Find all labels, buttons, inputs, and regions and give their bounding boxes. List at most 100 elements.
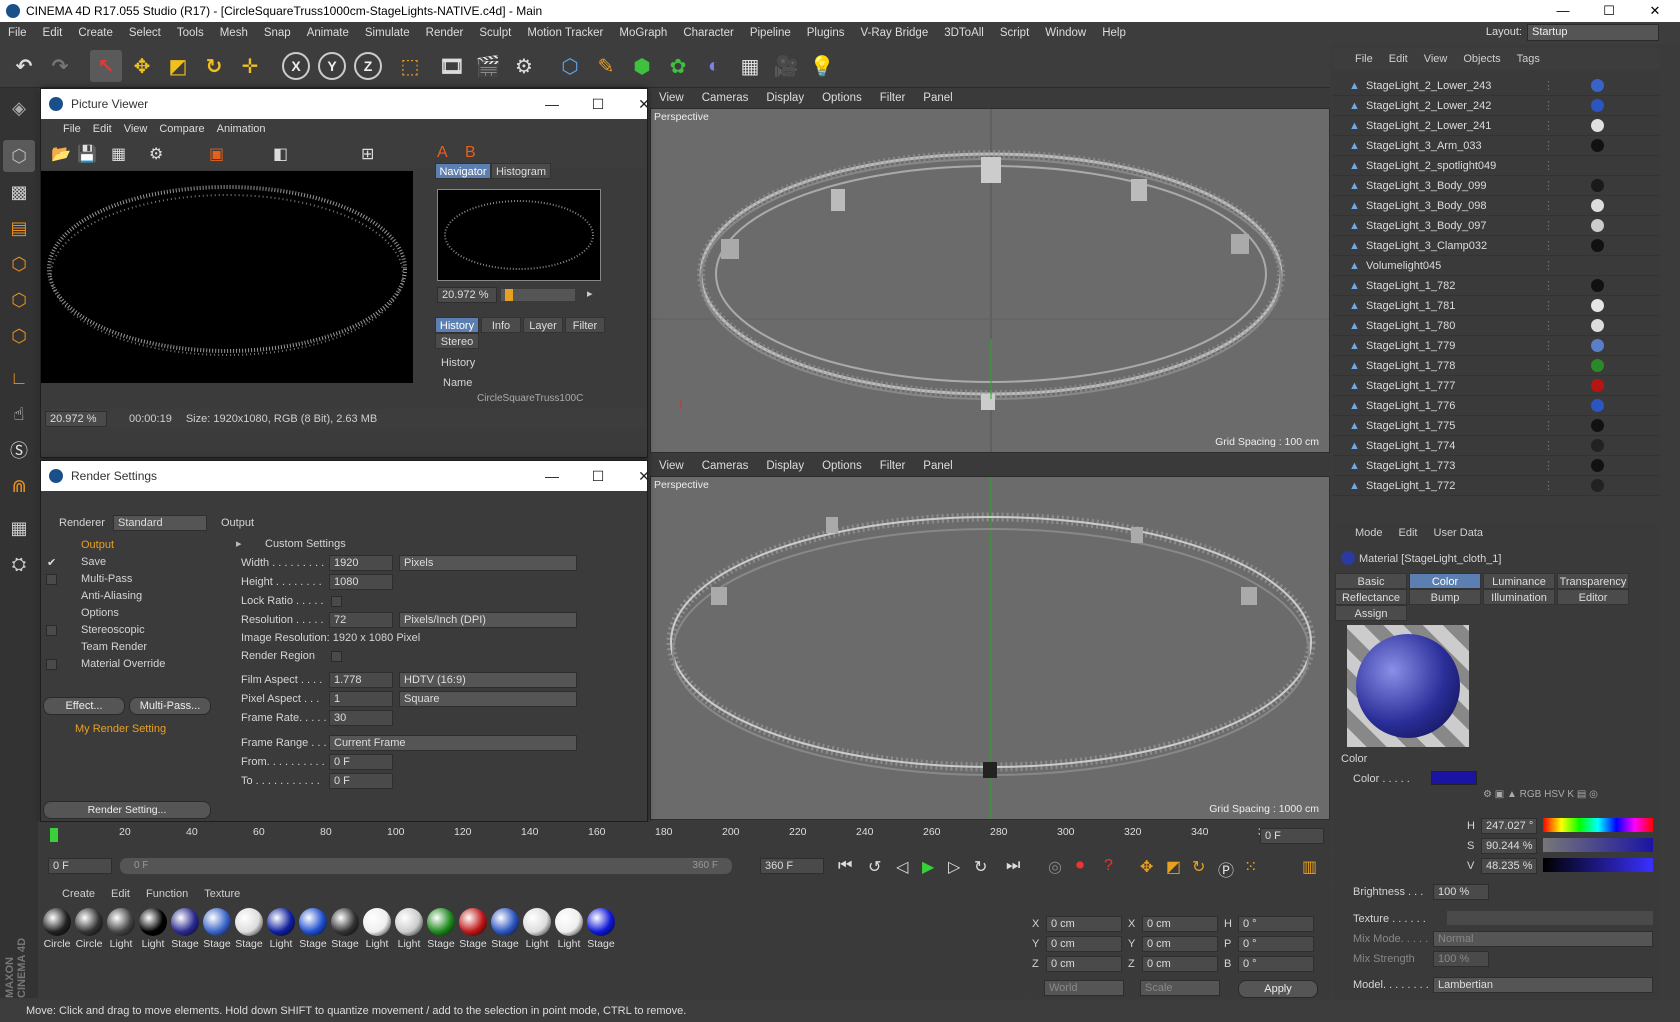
object-row[interactable]: ▲ StageLight_2_spotlight049 ⋮: [1333, 156, 1660, 176]
top-viewport[interactable]: Perspective Grid Spacing : 100 cm: [650, 108, 1330, 453]
visibility-dots-icon[interactable]: ⋮: [1543, 99, 1554, 112]
menu-script[interactable]: Script: [992, 27, 1037, 39]
cloner-icon[interactable]: ✿: [662, 50, 694, 82]
size-z-field[interactable]: 0 cm: [1142, 956, 1218, 972]
material-tag-icon[interactable]: [1591, 139, 1604, 152]
brightness-field[interactable]: 100 %: [1433, 884, 1489, 900]
frame-rate-field[interactable]: 30: [329, 710, 393, 726]
vp-bottom-menu-filter[interactable]: Filter: [871, 460, 915, 472]
render-picture-viewer-icon[interactable]: 🎬: [472, 50, 504, 82]
value-slider[interactable]: [1543, 858, 1653, 872]
object-name[interactable]: StageLight_2_Lower_241: [1366, 120, 1491, 132]
object-row[interactable]: ▲ StageLight_1_778 ⋮: [1333, 356, 1660, 376]
material-item[interactable]: Light: [106, 908, 136, 966]
object-row[interactable]: ▲ StageLight_1_782 ⋮: [1333, 276, 1660, 296]
material-tag-icon[interactable]: [1591, 339, 1604, 352]
object-row[interactable]: ▲ StageLight_3_Body_097 ⋮: [1333, 216, 1660, 236]
material-tag-icon[interactable]: [1591, 239, 1604, 252]
menu-motion-tracker[interactable]: Motion Tracker: [519, 27, 611, 39]
scale-track-icon[interactable]: ◩: [1166, 857, 1181, 877]
pv-menu-edit[interactable]: Edit: [87, 123, 118, 135]
tab-transparency[interactable]: Transparency: [1557, 573, 1629, 589]
custom-settings-arrow-icon[interactable]: ▸: [236, 537, 242, 550]
texture-slot[interactable]: [1447, 911, 1653, 925]
material-item[interactable]: Light: [362, 908, 392, 966]
material-item[interactable]: Stage: [170, 908, 200, 966]
material-item[interactable]: Stage: [202, 908, 232, 966]
snap-icon[interactable]: Ⓢ: [3, 434, 35, 466]
goto-start-icon[interactable]: ⏮: [838, 857, 852, 875]
status-zoom-field[interactable]: 20.972 %: [45, 411, 107, 427]
object-row[interactable]: ▲ StageLight_3_Body_099 ⋮: [1333, 176, 1660, 196]
mm-menu-create[interactable]: Create: [38, 888, 103, 900]
visibility-dots-icon[interactable]: ⋮: [1543, 419, 1554, 432]
texture-mode-icon[interactable]: ▩: [3, 176, 35, 208]
stereoscopic-checkbox[interactable]: [46, 625, 57, 636]
menu-animate[interactable]: Animate: [299, 27, 357, 39]
cube-icon[interactable]: ⬡: [554, 50, 586, 82]
tree-save[interactable]: Save: [81, 556, 106, 568]
bottom-viewport[interactable]: Perspective Grid Spacing : 1000 cm: [650, 476, 1330, 820]
tab-illumination[interactable]: Illumination: [1483, 589, 1555, 605]
coordinate-system-icon[interactable]: ⬚: [394, 50, 426, 82]
pixel-aspect-field[interactable]: 1: [329, 691, 393, 707]
material-item[interactable]: Light: [266, 908, 296, 966]
object-name[interactable]: StageLight_2_spotlight049: [1366, 160, 1496, 172]
material-tag-icon[interactable]: [1591, 299, 1604, 312]
object-row[interactable]: ▲ StageLight_1_776 ⋮: [1333, 396, 1660, 416]
object-row[interactable]: ▲ StageLight_1_774 ⋮: [1333, 436, 1660, 456]
material-item[interactable]: Stage: [458, 908, 488, 966]
tab-reflectance[interactable]: Reflectance: [1335, 589, 1407, 605]
object-name[interactable]: StageLight_1_779: [1366, 340, 1455, 352]
layer-tab[interactable]: Layer: [523, 317, 563, 333]
workplane-icon[interactable]: ▤: [3, 212, 35, 244]
object-name[interactable]: StageLight_3_Body_099: [1366, 180, 1487, 192]
menu-sculpt[interactable]: Sculpt: [471, 27, 519, 39]
undo-icon[interactable]: ↶: [8, 50, 40, 82]
magnet-icon[interactable]: ⋒: [3, 470, 35, 502]
object-name[interactable]: StageLight_2_Lower_242: [1366, 100, 1491, 112]
visibility-dots-icon[interactable]: ⋮: [1543, 239, 1554, 252]
parameter-track-icon[interactable]: Ⓟ: [1218, 857, 1234, 881]
object-name[interactable]: StageLight_1_781: [1366, 300, 1455, 312]
visibility-dots-icon[interactable]: ⋮: [1543, 279, 1554, 292]
menu-3dtoall[interactable]: 3DToAll: [936, 27, 992, 39]
edges-mode-icon[interactable]: ⬡: [3, 284, 35, 316]
object-row[interactable]: ▲ StageLight_2_Lower_242 ⋮: [1333, 96, 1660, 116]
material-item[interactable]: Circle: [42, 908, 72, 966]
menu-render[interactable]: Render: [418, 27, 472, 39]
pixel-aspect-dropdown[interactable]: Square: [399, 691, 577, 707]
visibility-dots-icon[interactable]: ⋮: [1543, 319, 1554, 332]
mix-mode-dropdown[interactable]: Normal: [1433, 931, 1653, 947]
width-field[interactable]: 1920: [329, 555, 393, 571]
preview-start-field[interactable]: 0 F: [48, 858, 112, 874]
object-name[interactable]: StageLight_3_Clamp032: [1366, 240, 1487, 252]
om-menu-edit[interactable]: Edit: [1381, 53, 1416, 65]
menu-simulate[interactable]: Simulate: [357, 27, 418, 39]
navigator-zoom-slider[interactable]: [501, 289, 575, 301]
mm-menu-texture[interactable]: Texture: [196, 888, 248, 900]
locked-workplane-icon[interactable]: ⛭: [3, 548, 35, 580]
menu-select[interactable]: Select: [121, 27, 169, 39]
live-selection-icon[interactable]: ↖: [90, 50, 122, 82]
material-tag-icon[interactable]: [1591, 119, 1604, 132]
autokey-icon[interactable]: ⏺: [1076, 857, 1084, 875]
tree-options[interactable]: Options: [81, 607, 119, 619]
material-item[interactable]: Light: [394, 908, 424, 966]
tree-material-override[interactable]: Material Override: [81, 658, 165, 670]
material-item[interactable]: Light: [138, 908, 168, 966]
material-item[interactable]: Stage: [298, 908, 328, 966]
light-icon[interactable]: 💡: [806, 50, 838, 82]
menu-tools[interactable]: Tools: [169, 27, 212, 39]
material-tag-icon[interactable]: [1591, 99, 1604, 112]
vp-bottom-menu-options[interactable]: Options: [813, 460, 871, 472]
om-menu-tags[interactable]: Tags: [1509, 53, 1548, 65]
timeline-playhead[interactable]: [50, 828, 58, 842]
object-name[interactable]: StageLight_1_780: [1366, 320, 1455, 332]
tweak-mode-icon[interactable]: ☝: [3, 398, 35, 430]
vp-bottom-menu-display[interactable]: Display: [757, 460, 813, 472]
zoom-arrow-icon[interactable]: ▸: [587, 287, 593, 300]
tree-multipass[interactable]: Multi-Pass: [81, 573, 132, 585]
visibility-dots-icon[interactable]: ⋮: [1543, 179, 1554, 192]
solo-icon[interactable]: ▦: [3, 512, 35, 544]
